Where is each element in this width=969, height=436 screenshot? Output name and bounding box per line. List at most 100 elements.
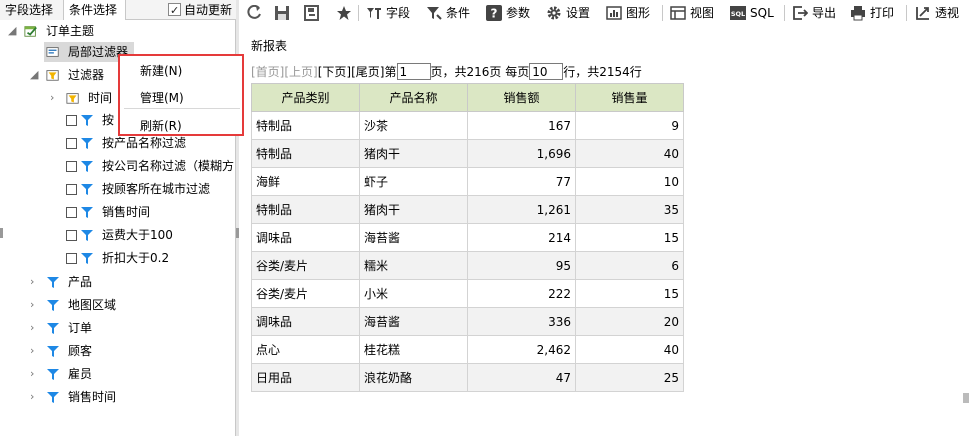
filter-checkbox[interactable] [66,253,77,264]
menu-item-new[interactable]: 新建(N) [140,61,182,81]
table-row[interactable]: 调味品 海苔酱 336 20 [251,307,684,336]
scrollbar-handle[interactable] [963,393,969,403]
chevron-down-icon[interactable]: ◢ [8,25,18,36]
save-button[interactable] [274,3,292,23]
table-cell[interactable]: 小米 [359,279,468,308]
chevron-right-icon[interactable]: › [30,391,40,402]
tree-group-item[interactable]: › 地图区域 [30,295,190,315]
table-cell[interactable]: 桂花糕 [359,335,468,364]
table-row[interactable]: 特制品 沙茶 167 9 [251,111,684,140]
tree-filter-item[interactable]: 按 [66,110,126,130]
table-cell[interactable]: 25 [575,363,684,392]
filter-checkbox[interactable] [66,115,77,126]
table-cell[interactable]: 214 [467,223,576,252]
menu-item-manage[interactable]: 管理(M) [140,88,184,108]
table-row[interactable]: 日用品 浪花奶酪 47 25 [251,363,684,392]
favorite-button[interactable] [336,3,354,23]
settings-button[interactable]: 设置 [546,3,594,23]
tree-filter-item[interactable]: 折扣大于0.2 [66,248,234,268]
table-cell[interactable]: 15 [575,223,684,252]
tree-group-item[interactable]: › 产品 [30,272,190,292]
checkbox-icon[interactable] [168,1,181,21]
table-row[interactable]: 点心 桂花糕 2,462 40 [251,335,684,364]
page-size-input[interactable] [529,63,564,80]
filter-checkbox[interactable] [66,230,77,241]
table-cell[interactable]: 特制品 [251,139,360,168]
table-cell[interactable]: 谷类/麦片 [251,279,360,308]
pager-first-link[interactable]: [首页] [251,65,284,79]
field-button[interactable]: 字段 [366,3,414,23]
table-cell[interactable]: 糯米 [359,251,468,280]
tree-root[interactable]: ◢ 订单主题 [8,21,208,41]
chevron-right-icon[interactable]: › [30,276,40,287]
table-row[interactable]: 海鲜 虾子 77 10 [251,167,684,196]
table-cell[interactable]: 2,462 [467,335,576,364]
column-header[interactable]: 销售量 [575,83,684,112]
tree-group-item[interactable]: › 雇员 [30,364,190,384]
view-button[interactable]: 视图 [670,3,718,23]
table-cell[interactable]: 特制品 [251,195,360,224]
table-cell[interactable]: 特制品 [251,111,360,140]
refresh-button[interactable] [246,3,264,23]
chevron-right-icon[interactable]: › [30,368,40,379]
param-button[interactable]: ? 参数 [486,3,534,23]
print-button[interactable]: 打印 [850,3,898,23]
table-cell[interactable]: 沙茶 [359,111,468,140]
table-cell[interactable]: 点心 [251,335,360,364]
table-row[interactable]: 谷类/麦片 小米 222 15 [251,279,684,308]
table-cell[interactable]: 77 [467,167,576,196]
table-cell[interactable]: 调味品 [251,223,360,252]
filter-checkbox[interactable] [66,161,77,172]
pager-next-link[interactable]: [下页] [318,65,351,79]
table-cell[interactable]: 猪肉干 [359,195,468,224]
tree-filter-item[interactable]: 按产品名称过滤 [66,133,234,153]
table-cell[interactable]: 6 [575,251,684,280]
table-row[interactable]: 谷类/麦片 糯米 95 6 [251,251,684,280]
table-row[interactable]: 调味品 海苔酱 214 15 [251,223,684,252]
menu-item-refresh[interactable]: 刷新(R) [140,116,182,136]
left-collapse-handle[interactable] [0,228,3,238]
tree-filter-item[interactable]: 按顾客所在城市过滤 [66,179,234,199]
filter-checkbox[interactable] [66,138,77,149]
table-cell[interactable]: 调味品 [251,307,360,336]
chevron-right-icon[interactable]: › [30,299,40,310]
chevron-right-icon[interactable]: › [50,92,60,103]
table-cell[interactable]: 167 [467,111,576,140]
table-cell[interactable]: 海鲜 [251,167,360,196]
table-cell[interactable]: 1,261 [467,195,576,224]
table-row[interactable]: 特制品 猪肉干 1,261 35 [251,195,684,224]
tree-group-item[interactable]: › 顾客 [30,341,190,361]
tab-condition-select[interactable]: 条件选择 [64,0,126,20]
tree-group-item[interactable]: › 订单 [30,318,190,338]
sql-button[interactable]: SQL SQL [730,3,780,23]
table-cell[interactable]: 谷类/麦片 [251,251,360,280]
table-cell[interactable]: 日用品 [251,363,360,392]
splitter-grip[interactable] [236,228,239,238]
auto-update-checkbox[interactable]: 自动更新 [168,0,232,21]
table-cell[interactable]: 40 [575,139,684,168]
filter-checkbox[interactable] [66,184,77,195]
table-cell[interactable]: 222 [467,279,576,308]
chevron-down-icon[interactable]: ◢ [30,69,40,80]
tree-filter-item[interactable]: 销售时间 [66,202,234,222]
pager-last-link[interactable]: [尾页] [351,65,384,79]
tree-filter-item[interactable]: 运费大于100 [66,225,234,245]
export-button[interactable]: 导出 [792,3,840,23]
table-row[interactable]: 特制品 猪肉干 1,696 40 [251,139,684,168]
tree-filter-item[interactable]: › 时间 [50,88,120,108]
chart-button[interactable]: 图形 [606,3,654,23]
column-header[interactable]: 产品类别 [251,83,360,112]
table-cell[interactable]: 猪肉干 [359,139,468,168]
table-cell[interactable]: 1,696 [467,139,576,168]
table-cell[interactable]: 9 [575,111,684,140]
table-cell[interactable]: 10 [575,167,684,196]
table-cell[interactable]: 海苔酱 [359,223,468,252]
table-cell[interactable]: 35 [575,195,684,224]
table-cell[interactable]: 47 [467,363,576,392]
tree-filter-item[interactable]: 按公司名称过滤（模糊方 [66,156,234,176]
page-number-input[interactable] [396,63,431,80]
tab-field-select[interactable]: 字段选择 [0,0,64,20]
table-cell[interactable]: 15 [575,279,684,308]
chevron-right-icon[interactable]: › [30,322,40,333]
chevron-right-icon[interactable]: › [30,345,40,356]
